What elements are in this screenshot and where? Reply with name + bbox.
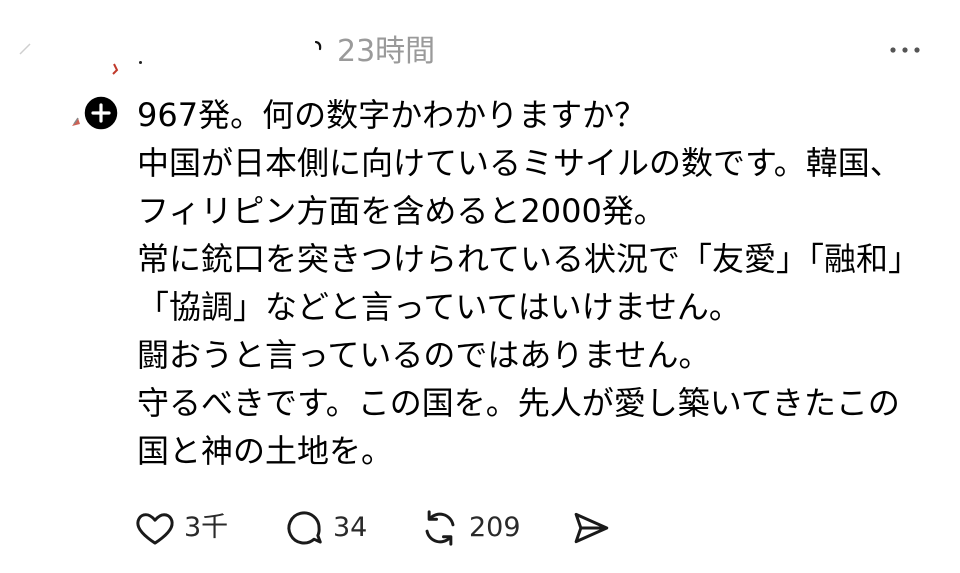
post-body-line: 「協調」などと言っていてはいけません。 [137, 288, 741, 326]
post-body-line: 中国が日本側に向けているミサイルの数です。韓国、 [137, 144, 902, 182]
post-body-line: 闘おうと言っているのではありません。 [137, 336, 711, 374]
reply-count: 34 [333, 512, 368, 543]
like-button[interactable]: 3千 [134, 506, 228, 550]
post-body-line: 国と神の土地を。 [137, 432, 394, 470]
username-remnant-mark [315, 41, 322, 51]
repost-count: 209 [469, 512, 521, 543]
post-body: 967発。何の数字かわかりますか？ 中国が日本側に向けているミサイルの数です。韓… [137, 91, 952, 475]
post-body-line: フィリピン方面を含めると2000発。 [137, 192, 666, 230]
reply-button[interactable]: 34 [283, 506, 367, 550]
more-horizontal-icon [890, 47, 920, 53]
plus-icon [82, 94, 120, 132]
like-count: 3千 [184, 512, 229, 543]
repost-icon [419, 507, 461, 549]
post-timestamp[interactable]: 23時間 [337, 34, 435, 70]
follow-button[interactable] [82, 94, 120, 132]
thread-post: 23時間 967発。何の数字かわかりますか？ 中国が日本側に向けているミサイルの… [0, 0, 960, 573]
repost-button[interactable]: 209 [419, 506, 521, 550]
post-body-line: 守るべきです。この国を。先人が愛し築いてきたこの [137, 384, 900, 422]
share-button[interactable] [570, 506, 612, 550]
comment-icon [283, 507, 325, 549]
post-body-line: 常に銃口を突きつけられている状況で「友愛」「融和」 [137, 240, 921, 278]
username-remnant-dot [139, 61, 142, 64]
post-body-line: 967発。何の数字かわかりますか？ [137, 96, 647, 134]
send-icon [570, 507, 612, 549]
heart-icon [134, 507, 176, 549]
more-options-button[interactable] [886, 38, 924, 62]
